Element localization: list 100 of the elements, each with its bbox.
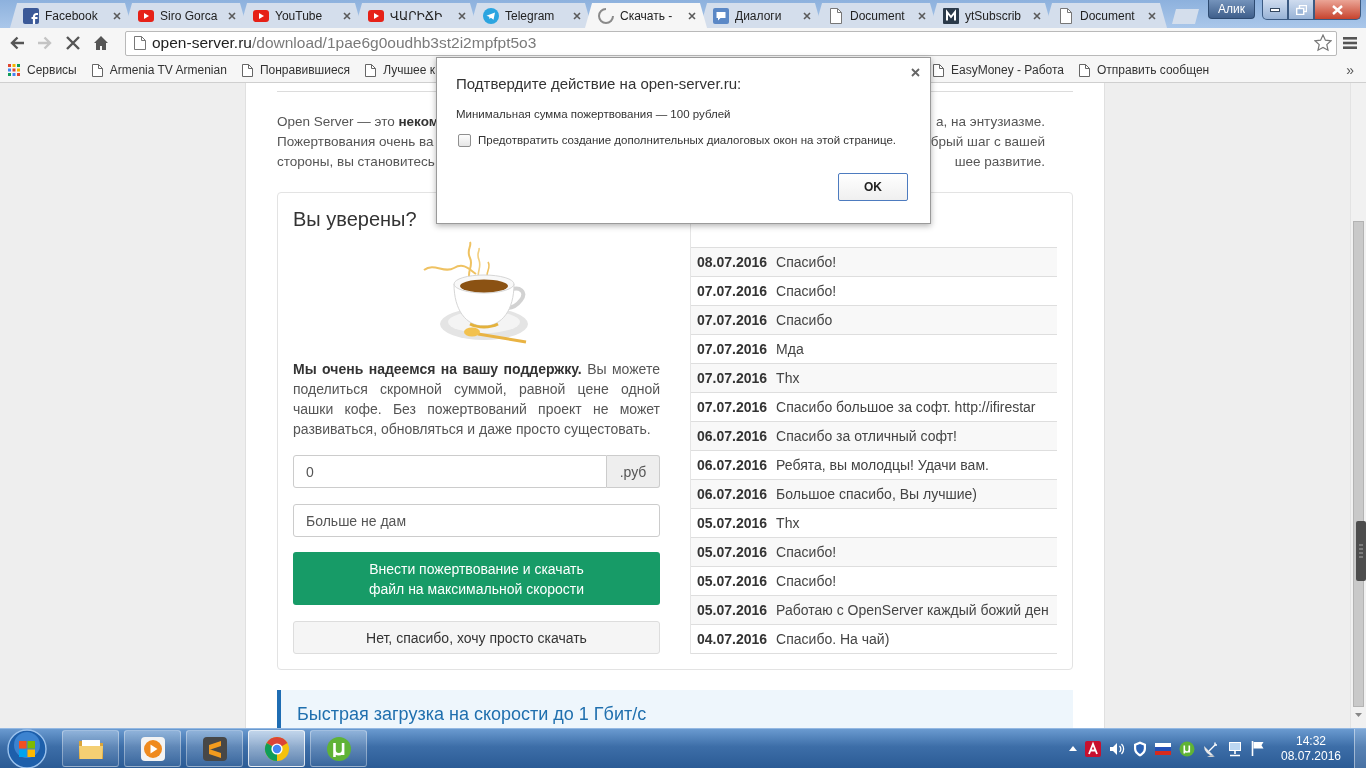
profile-button[interactable]: Алик	[1208, 0, 1255, 19]
scrollbar-thumb[interactable]	[1353, 221, 1364, 707]
date-text: 05.07.2016	[697, 602, 768, 618]
play-icon	[138, 734, 167, 763]
spinner-icon	[598, 7, 614, 24]
close-icon[interactable]	[573, 11, 581, 20]
message-text: Мда	[776, 341, 804, 357]
date-text: 07.07.2016	[697, 399, 768, 415]
browser-logo-icon	[262, 734, 291, 763]
close-icon[interactable]	[803, 11, 811, 20]
page-icon	[241, 63, 253, 77]
intro-text: стороны, вы становитесь	[277, 153, 435, 171]
mu-logo-icon[interactable]	[1179, 740, 1195, 757]
play-icon	[368, 7, 384, 24]
a-logo-icon[interactable]	[1085, 740, 1101, 757]
show-desktop-button[interactable]	[1354, 729, 1366, 768]
page-icon	[91, 63, 103, 77]
message-text: Спасибо!	[776, 544, 837, 560]
scroll-down-icon[interactable]	[1355, 713, 1362, 717]
date-text: 06.07.2016	[697, 486, 768, 502]
date-text: 08.07.2016	[697, 254, 768, 270]
m-logo-icon	[943, 7, 959, 24]
close-icon[interactable]	[688, 11, 696, 20]
taskbar-button[interactable]	[62, 730, 119, 767]
back-icon[interactable]	[9, 35, 25, 51]
bookmark-item[interactable]: Отправить сообщен	[1078, 63, 1210, 77]
message-text: Спасибо за отличный софт!	[776, 428, 957, 444]
close-icon[interactable]	[228, 11, 236, 20]
bookmark-item[interactable]: Лучшее к	[365, 63, 435, 77]
taskbar-button[interactable]	[310, 730, 367, 767]
chat-bubble-icon	[713, 7, 729, 24]
stop-icon[interactable]	[65, 35, 81, 51]
address-field[interactable]: open-server.ru/download/1pae6g0oudhb3st2i2mpfpt5o3	[125, 30, 1337, 56]
date-text: 07.07.2016	[697, 370, 768, 386]
bookmark-item[interactable]: Armenia TV Armenian	[91, 63, 227, 77]
close-icon[interactable]	[113, 11, 121, 20]
f-logo-icon	[23, 7, 39, 24]
browser-tab[interactable]: Document	[1045, 3, 1167, 28]
close-icon[interactable]	[911, 68, 920, 77]
amount-input[interactable]: 0	[293, 455, 607, 488]
close-icon[interactable]	[458, 11, 466, 20]
home-icon[interactable]	[93, 35, 109, 51]
comment-input[interactable]: Больше не дам	[293, 504, 660, 537]
clock-time[interactable]: 14:32	[1296, 733, 1326, 749]
close-icon	[1332, 4, 1343, 15]
menu-icon[interactable]	[1343, 37, 1357, 49]
message-text: Thx	[776, 370, 800, 386]
clock-date[interactable]: 08.07.2016	[1280, 748, 1342, 764]
close-icon[interactable]	[1148, 11, 1156, 20]
flag-icon[interactable]	[1155, 742, 1171, 755]
network-icon[interactable]	[1227, 740, 1243, 757]
message-text: Спасибо!	[776, 283, 837, 299]
date-text: 07.07.2016	[697, 312, 768, 328]
date-text: 07.07.2016	[697, 283, 768, 299]
message-text: Спасибо большое за софт. http://ifirestar	[776, 399, 1036, 415]
browser-tab[interactable]: Скачать -	[585, 3, 707, 28]
start-orb-icon[interactable]	[7, 728, 47, 768]
paper-plane-icon	[483, 7, 499, 24]
more-bookmarks-button[interactable]: »	[1346, 62, 1354, 78]
flag-icon[interactable]	[1251, 741, 1264, 756]
intro-text: Пожертвования очень ва	[277, 133, 434, 151]
bookmark-item[interactable]: Понравившиеся	[241, 63, 351, 77]
intro-text: а, на энтузиазме.	[936, 113, 1045, 131]
grip-icon[interactable]	[1356, 521, 1366, 581]
minimize-button[interactable]	[1262, 0, 1288, 20]
apps-grid-icon	[8, 64, 20, 76]
skip-button[interactable]: Нет, спасибо, хочу просто скачать	[293, 621, 660, 654]
ok-button[interactable]: OK	[838, 173, 908, 201]
intro-text: шее развитие.	[954, 153, 1045, 171]
date-text: 05.07.2016	[697, 515, 768, 531]
close-button[interactable]	[1314, 0, 1361, 20]
message-text: Спасибо. На чай)	[776, 631, 890, 647]
section-heading: Быстрая загрузка на скорости до 1 Гбит/с	[277, 690, 1073, 728]
star-icon[interactable]	[1314, 34, 1332, 52]
taskbar-button[interactable]	[186, 730, 243, 767]
message-text: Большое спасибо, Вы лучшие)	[776, 486, 977, 502]
bookmark-item[interactable]: EasyMoney - Работа	[933, 63, 1064, 77]
restore-button[interactable]	[1288, 0, 1314, 20]
intro-text: брый шаг с вашей	[930, 133, 1045, 151]
scrollbar[interactable]	[1350, 83, 1366, 728]
page-icon	[1078, 63, 1090, 77]
message-text: Работаю с OpenServer каждый божий ден	[776, 602, 1049, 618]
message-text: Ребята, вы молодцы! Удачи вам.	[776, 457, 989, 473]
dish-icon[interactable]	[1203, 740, 1219, 757]
close-icon[interactable]	[918, 11, 926, 20]
taskbar-button[interactable]	[248, 730, 305, 767]
bookmark-item[interactable]: Сервисы	[8, 63, 77, 77]
message-text: Спасибо	[776, 312, 833, 328]
taskbar-button[interactable]	[124, 730, 181, 767]
up-arrow-icon[interactable]	[1069, 746, 1077, 751]
date-text: 05.07.2016	[697, 544, 768, 560]
checkbox[interactable]	[458, 133, 471, 147]
restore-icon	[1295, 4, 1307, 15]
date-text: 04.07.2016	[697, 631, 768, 647]
page-icon	[365, 63, 377, 77]
close-icon[interactable]	[1033, 11, 1041, 20]
message-text: Спасибо!	[776, 254, 837, 270]
donate-button[interactable]: Внести пожертвование и скачать файл на максимальной скорости	[293, 552, 660, 605]
close-icon[interactable]	[343, 11, 351, 20]
shield-icon[interactable]	[1133, 740, 1147, 757]
